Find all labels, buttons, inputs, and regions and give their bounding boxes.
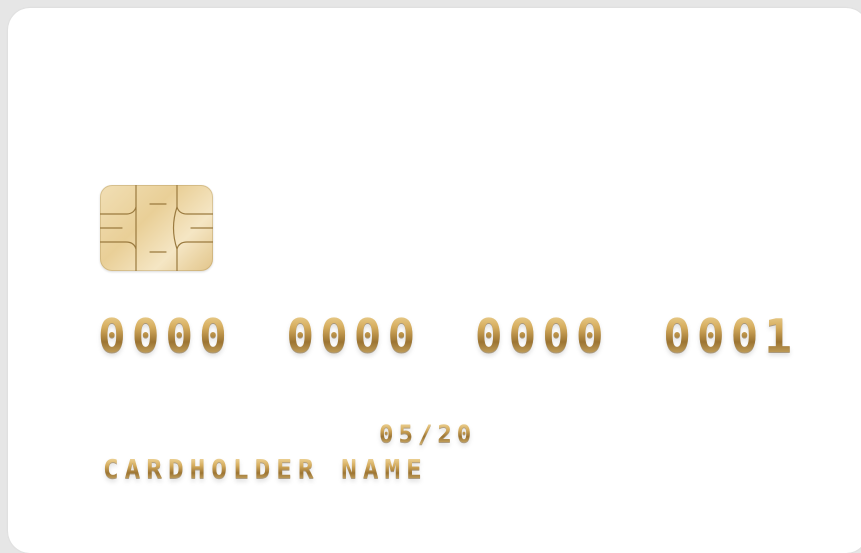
card-number: 0000 0000 0000 0001 (98, 306, 798, 366)
card-number-group-4: 0001 (663, 306, 798, 366)
emv-chip-icon (100, 185, 213, 271)
card-number-group-1: 0000 (98, 306, 233, 366)
expiry-date: 05/20 (379, 420, 477, 448)
cardholder-name: CARDHOLDER NAME (103, 455, 428, 485)
payment-card: 0000 0000 0000 0001 05/20 CARDHOLDER NAM… (8, 8, 861, 553)
card-number-group-3: 0000 (475, 306, 610, 366)
card-number-group-2: 0000 (286, 306, 421, 366)
